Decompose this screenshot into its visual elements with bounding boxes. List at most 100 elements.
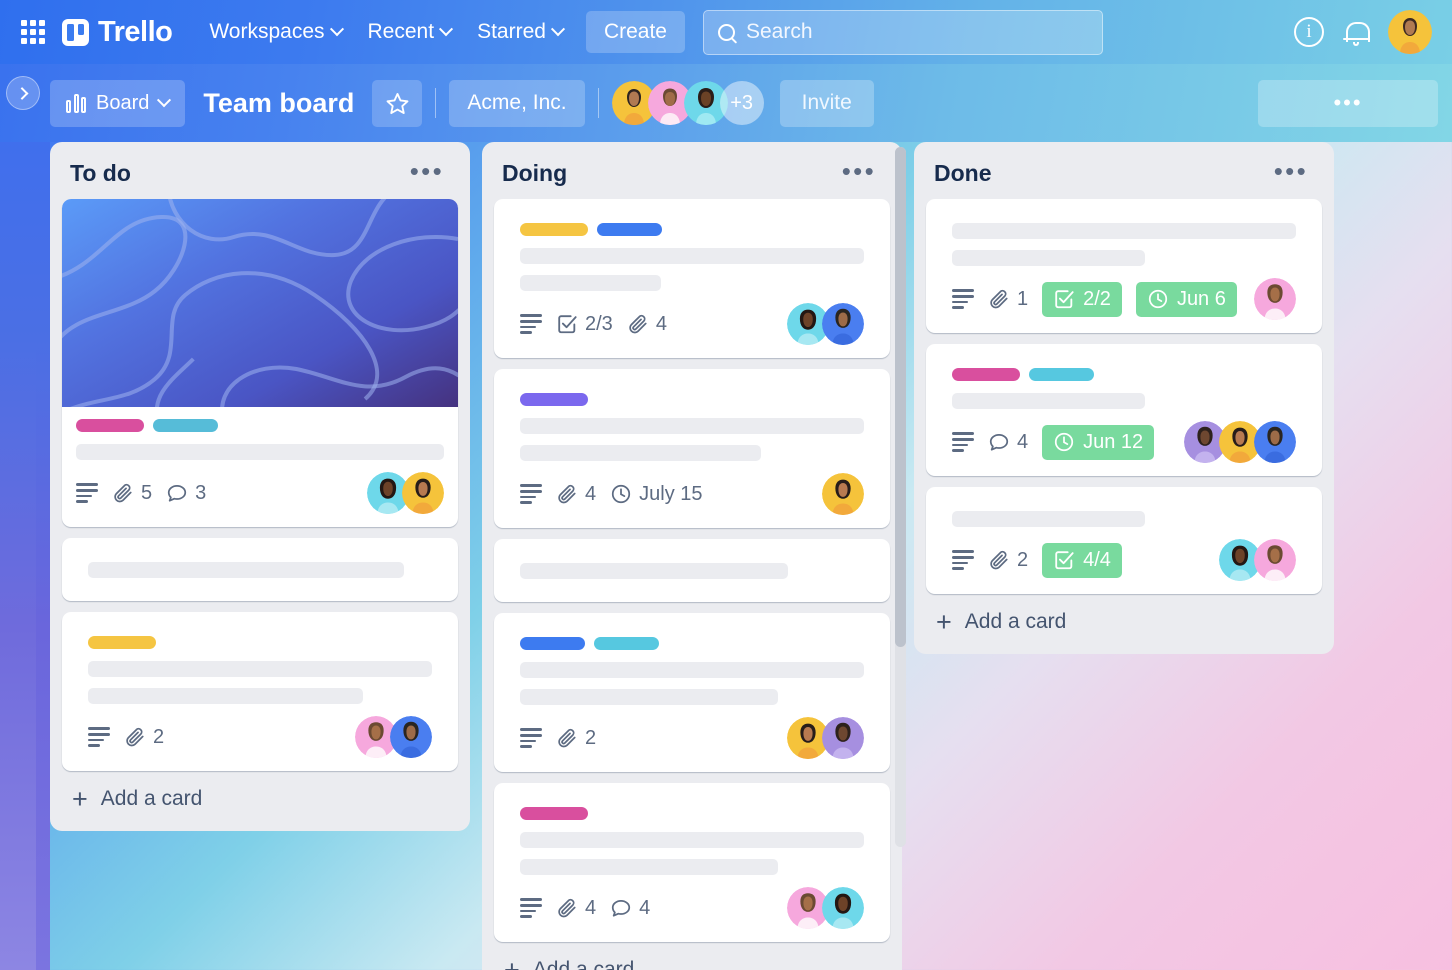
board-card[interactable] (62, 538, 458, 601)
description-icon (520, 484, 542, 504)
card-label[interactable] (153, 419, 218, 432)
board-card[interactable]: 2 (494, 613, 890, 772)
plus-icon: + (72, 784, 88, 814)
notifications-bell-icon[interactable] (1342, 17, 1370, 47)
card-title-placeholder (520, 248, 864, 264)
list-header: Doing ••• (494, 154, 890, 199)
plus-icon: + (936, 607, 952, 637)
user-avatar[interactable] (1388, 10, 1432, 54)
list-title[interactable]: Done (934, 160, 992, 187)
member-avatar[interactable] (1254, 539, 1296, 581)
attachment-icon (629, 314, 647, 334)
card-title-placeholder (952, 393, 1145, 409)
members-overflow-count[interactable]: +3 (719, 81, 764, 125)
board-card[interactable]: 4 Jun 12 (926, 344, 1322, 476)
comment-count: 4 (1017, 430, 1029, 453)
member-avatar[interactable] (1254, 421, 1296, 463)
trello-wordmark: Trello (98, 15, 173, 48)
card-label[interactable] (520, 393, 588, 406)
divider (597, 88, 599, 118)
invite-button[interactable]: Invite (779, 79, 874, 127)
board-card[interactable] (494, 539, 890, 602)
nav-workspaces[interactable]: Workspaces (196, 13, 354, 51)
card-body: 4 July 15 (506, 381, 878, 516)
card-badges: 2 4/4 (952, 538, 1296, 582)
card-title-placeholder (952, 250, 1145, 266)
board-card[interactable]: 4 July 15 (494, 369, 890, 528)
member-avatar[interactable] (402, 472, 444, 514)
board-card[interactable]: 53 (62, 199, 458, 527)
card-label[interactable] (597, 223, 662, 236)
attachment-icon (990, 550, 1008, 570)
create-button[interactable]: Create (585, 11, 685, 53)
board-card[interactable]: 44 (494, 783, 890, 942)
member-avatar[interactable] (822, 717, 864, 759)
member-avatar[interactable] (822, 473, 864, 515)
board-members: +3 (611, 81, 764, 125)
board-view-switcher[interactable]: Board (50, 79, 186, 127)
search-input[interactable]: Search (702, 9, 1103, 55)
board-list-doing: Doing ••• 2/3 4 4 July 15 2 4 4 + Add a card (482, 142, 906, 970)
list-menu-icon[interactable]: ••• (404, 158, 450, 187)
nav-recent[interactable]: Recent (355, 13, 465, 51)
card-label[interactable] (594, 637, 659, 650)
list-menu-icon[interactable]: ••• (836, 158, 882, 187)
sidebar-toggle-button[interactable] (6, 76, 40, 110)
board-card[interactable]: 2 4/4 (926, 487, 1322, 594)
card-labels (520, 393, 864, 406)
add-a-card-button[interactable]: + Add a card (494, 942, 890, 970)
info-icon[interactable]: i (1294, 17, 1324, 47)
card-title-placeholder (76, 444, 444, 460)
chevron-down-icon (329, 22, 344, 37)
member-avatar[interactable] (1254, 278, 1296, 320)
card-title-placeholder (520, 563, 789, 579)
due-date-clock-icon (612, 484, 631, 504)
card-title-placeholder (88, 661, 432, 677)
board-canvas: To do ••• 5 3 2 + Add a card Doing ••• 2/3 4 4 July … (50, 142, 1452, 970)
card-label[interactable] (88, 636, 156, 649)
comment-icon (612, 899, 631, 917)
star-board-button[interactable] (372, 79, 423, 127)
card-badge-description (520, 484, 542, 504)
card-members (1219, 539, 1296, 581)
board-card[interactable]: 1 2/2 Jun 6 (926, 199, 1322, 333)
card-label[interactable] (952, 368, 1020, 381)
nav-starred[interactable]: Starred (464, 13, 576, 51)
member-avatar[interactable] (822, 303, 864, 345)
list-menu-icon[interactable]: ••• (1268, 158, 1314, 187)
list-header: To do ••• (62, 154, 458, 199)
card-badges: 44 (520, 886, 864, 930)
apps-grid-icon[interactable] (14, 13, 52, 51)
list-scrollbar-thumb[interactable] (895, 147, 906, 647)
trello-logo[interactable]: Trello (62, 15, 173, 49)
card-members (355, 716, 432, 758)
card-body: 2 (74, 624, 446, 759)
board-card[interactable]: 2/3 4 (494, 199, 890, 358)
member-avatar[interactable] (390, 716, 432, 758)
attachment-icon (558, 484, 576, 504)
card-badges: 2 (520, 716, 864, 760)
card-badge-attachment: 4 (556, 483, 596, 506)
member-avatar[interactable] (822, 887, 864, 929)
add-a-card-button[interactable]: + Add a card (62, 771, 458, 819)
list-title[interactable]: To do (70, 160, 131, 187)
card-label[interactable] (76, 419, 144, 432)
page-title[interactable]: Team board (203, 88, 354, 119)
avatar-image (822, 473, 864, 515)
add-a-card-button[interactable]: + Add a card (926, 594, 1322, 642)
card-label[interactable] (520, 223, 588, 236)
list-scrollbar[interactable] (895, 147, 906, 847)
due-date-text: Jun 12 (1083, 430, 1144, 453)
card-badge-checklist-complete: 2/2 (1042, 281, 1122, 317)
board-menu-button[interactable]: ••• (1258, 79, 1438, 127)
card-label[interactable] (520, 807, 588, 820)
board-card[interactable]: 2 (62, 612, 458, 771)
card-members (787, 303, 864, 345)
avatar-image (822, 717, 864, 759)
chevron-down-icon (550, 22, 566, 37)
description-icon (520, 314, 542, 334)
card-label[interactable] (520, 637, 585, 650)
list-title[interactable]: Doing (502, 160, 567, 187)
card-label[interactable] (1029, 368, 1094, 381)
workspace-button[interactable]: Acme, Inc. (449, 79, 585, 127)
